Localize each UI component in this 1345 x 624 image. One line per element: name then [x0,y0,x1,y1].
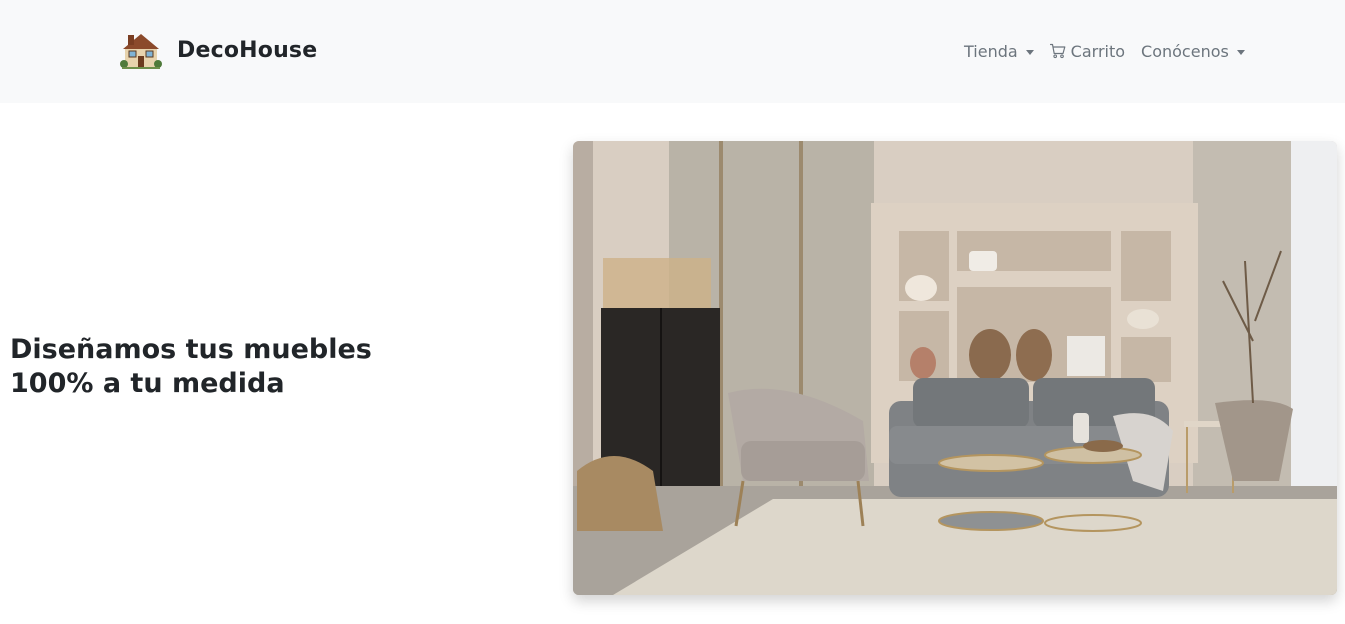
nav-item-carrito[interactable]: Carrito [1049,41,1126,61]
living-room-photo [573,141,1337,595]
navbar: DecoHouse Tienda Carrito Conócenos [0,0,1345,103]
brand-link[interactable]: DecoHouse [120,29,317,71]
main-nav: Tienda Carrito Conócenos [964,39,1245,63]
nav-item-conocenos[interactable]: Conócenos [1141,42,1245,61]
nav-item-label: Conócenos [1141,41,1229,61]
cart-icon [1049,43,1066,59]
nav-item-label: Tienda [964,41,1018,61]
house-icon [120,34,162,69]
caret-down-icon [1236,49,1245,55]
hero-title: Diseñamos tus muebles 100% a tu medida [10,334,372,399]
caret-down-icon [1025,49,1034,55]
nav-item-label: Carrito [1070,41,1126,61]
brand-name: DecoHouse [177,37,318,63]
nav-item-tienda[interactable]: Tienda [964,42,1034,61]
